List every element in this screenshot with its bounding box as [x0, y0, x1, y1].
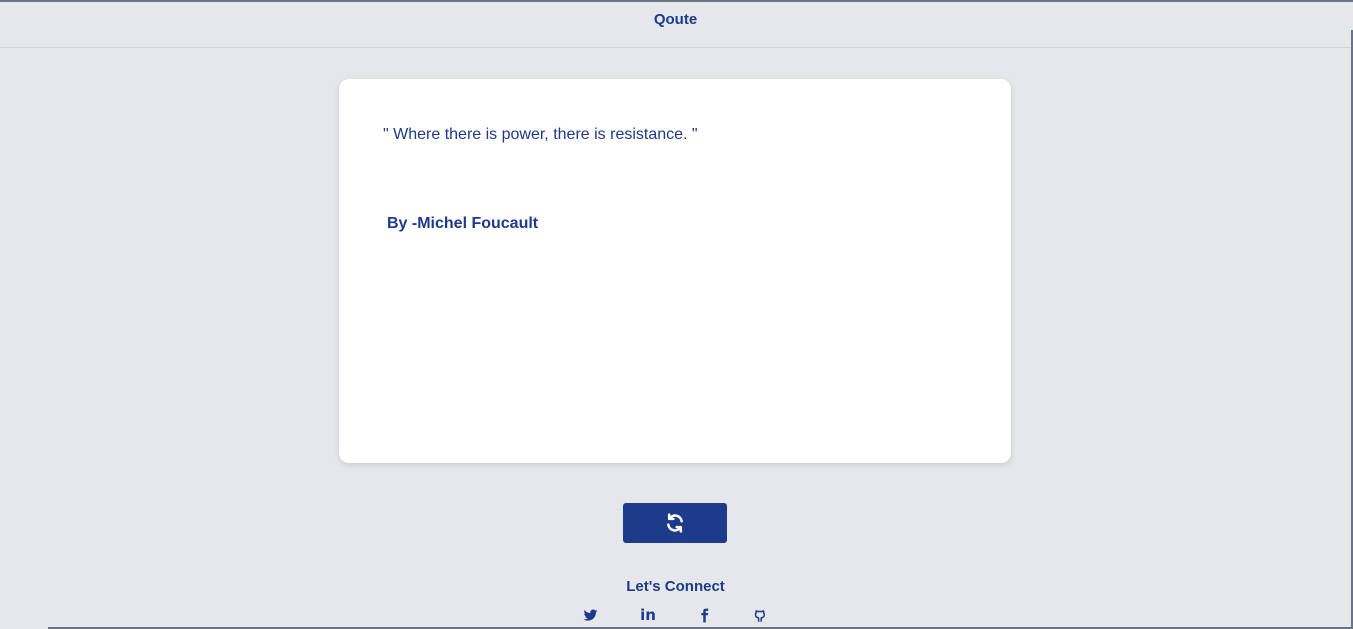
connect-heading: Let's Connect [626, 578, 725, 595]
page-title: Qoute [653, 11, 698, 28]
quote-author: By -Michel Foucault [387, 215, 539, 232]
facebook-icon [700, 608, 708, 622]
github-link[interactable] [746, 605, 774, 625]
twitter-link[interactable] [576, 605, 604, 625]
facebook-link[interactable] [690, 605, 718, 625]
page: Qoute " Where there is power, there is r… [0, 0, 1353, 629]
linkedin-icon: in [640, 606, 656, 624]
header: Qoute [0, 2, 1351, 48]
twitter-icon [583, 609, 597, 621]
linkedin-link[interactable]: in [634, 605, 662, 625]
social-links: in [576, 605, 776, 625]
new-quote-button[interactable] [623, 503, 727, 543]
quote-text: " Where there is power, there is resista… [383, 126, 698, 143]
github-icon [754, 609, 765, 622]
quote-card: " Where there is power, there is resista… [339, 79, 1011, 463]
refresh-icon [667, 513, 683, 533]
